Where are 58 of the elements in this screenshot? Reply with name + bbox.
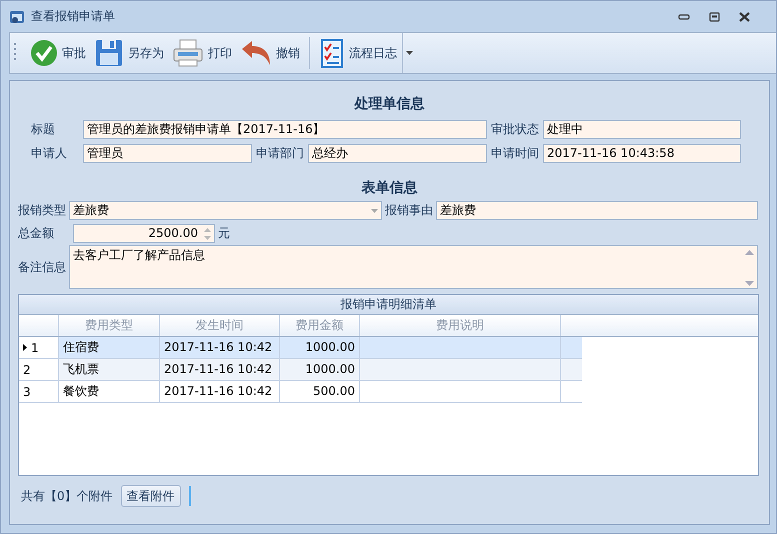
unit-label: 元	[218, 225, 230, 242]
field-label: 报销类型	[18, 202, 66, 219]
table-cell: 餐饮费	[59, 381, 160, 402]
checkmark-icon	[30, 39, 58, 67]
table-cell: 500.00	[280, 381, 360, 402]
section-heading: 处理单信息	[353, 95, 426, 113]
grid-caption: 报销申请明细清单	[19, 295, 758, 315]
field-label: 审批状态	[491, 120, 539, 138]
toolbar-overflow-button[interactable]	[402, 33, 416, 73]
table-cell: 住宿费	[59, 337, 160, 358]
time-field: 2017-11-16 10:43:58	[543, 144, 741, 162]
toolbar-button[interactable]: 流程日志	[316, 35, 400, 71]
spin-arrows-icon	[204, 226, 211, 240]
table-cell: 飞机票	[59, 359, 160, 380]
printer-icon	[172, 38, 204, 68]
table-cell: 2017-11-16 10:42	[160, 359, 280, 380]
undo-arrow-icon	[240, 39, 272, 67]
view-attachments-button[interactable]: 查看附件	[120, 485, 181, 507]
field-label: 申请时间	[491, 144, 539, 162]
table-cell: 2017-11-16 10:42	[160, 381, 280, 402]
table-row[interactable]: 2 飞机票 2017-11-16 10:42 1000.00	[19, 359, 582, 381]
section-heading: 表单信息	[360, 179, 418, 197]
maximize-icon[interactable]	[709, 12, 720, 22]
toolbar-button[interactable]: 撤销	[237, 35, 303, 71]
status-field: 处理中	[543, 120, 741, 138]
field-label: 标题	[31, 120, 56, 138]
attachment-count: 共有【0】个附件	[21, 488, 113, 504]
table-cell: 1000.00	[280, 359, 360, 380]
row-header[interactable]: 1	[19, 337, 59, 358]
row-header[interactable]: 2	[19, 359, 59, 380]
toolbar-button[interactable]: 另存为	[91, 35, 167, 71]
department-field: 总经办	[308, 144, 487, 162]
table-row[interactable]: 1 住宿费 2017-11-16 10:42 1000.00	[19, 337, 582, 359]
scrollbar-icon	[745, 249, 754, 287]
app-window-icon	[9, 8, 25, 24]
reason-field: 差旅费	[436, 201, 758, 220]
toolbar-button[interactable]: 审批	[27, 35, 89, 71]
amount-spinner[interactable]: 2500.00	[73, 224, 215, 243]
table-row[interactable]: 3 餐饮费 2017-11-16 10:42 500.00	[19, 381, 582, 403]
field-label: 报销事由	[385, 202, 433, 219]
toolbar-button[interactable]: 打印	[169, 35, 235, 71]
caret-icon	[371, 208, 378, 212]
table-cell: 2017-11-16 10:42	[160, 337, 280, 358]
close-icon[interactable]	[739, 12, 750, 22]
checklist-icon	[319, 37, 345, 69]
window-title: 查看报销申请单	[31, 8, 115, 25]
field-label: 总金额	[18, 225, 54, 242]
note-textarea[interactable]: 去客户工厂了解产品信息	[69, 245, 758, 289]
field-label: 申请人	[31, 144, 68, 162]
field-label: 备注信息	[18, 259, 66, 276]
caret-icon	[406, 51, 413, 55]
applicant-field: 管理员	[83, 144, 252, 162]
title-field: 管理员的差旅费报销申请单【2017-11-16】	[83, 120, 487, 138]
current-row-icon	[23, 344, 27, 351]
type-dropdown[interactable]: 差旅费	[69, 201, 382, 220]
minimize-icon[interactable]	[678, 14, 690, 20]
field-label: 申请部门	[256, 144, 304, 162]
table-cell: 1000.00	[280, 337, 360, 358]
